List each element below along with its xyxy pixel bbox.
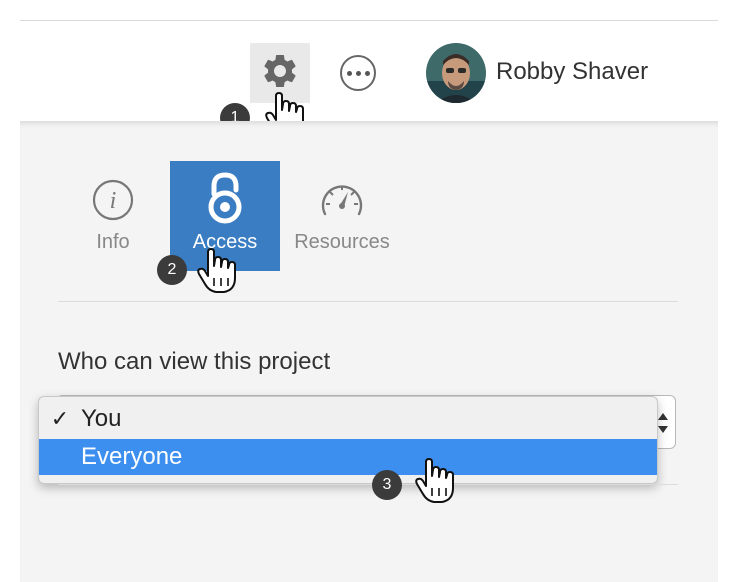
tab-info-label: Info — [96, 231, 130, 253]
option-everyone[interactable]: Everyone — [39, 439, 657, 475]
tab-resources-label: Resources — [294, 231, 390, 253]
view-access-label: Who can view this project — [58, 348, 331, 375]
checkmark-icon: ✓ — [50, 406, 70, 431]
svg-text:i: i — [110, 188, 117, 214]
user-name[interactable]: Robby Shaver — [496, 58, 648, 86]
lock-icon — [205, 172, 245, 224]
ellipsis-icon — [346, 70, 352, 76]
view-access-dropdown: ✓ You Everyone — [38, 396, 658, 484]
more-options-button[interactable] — [340, 55, 376, 91]
avatar[interactable] — [426, 43, 486, 103]
gear-icon — [260, 51, 300, 96]
info-icon: i — [91, 177, 135, 223]
section-divider — [58, 301, 678, 302]
tab-resources[interactable]: Resources — [290, 161, 394, 271]
option-you[interactable]: ✓ You — [39, 401, 657, 437]
select-arrows-icon — [657, 410, 669, 441]
section-divider-bottom — [58, 484, 678, 485]
hand-cursor-icon — [414, 458, 456, 509]
step-badge-2: 2 — [157, 255, 187, 285]
hand-cursor-icon — [196, 248, 238, 299]
top-divider — [20, 20, 718, 21]
tab-info[interactable]: i Info — [70, 161, 156, 271]
speedometer-icon — [318, 177, 366, 223]
step-badge-3: 3 — [372, 470, 402, 500]
